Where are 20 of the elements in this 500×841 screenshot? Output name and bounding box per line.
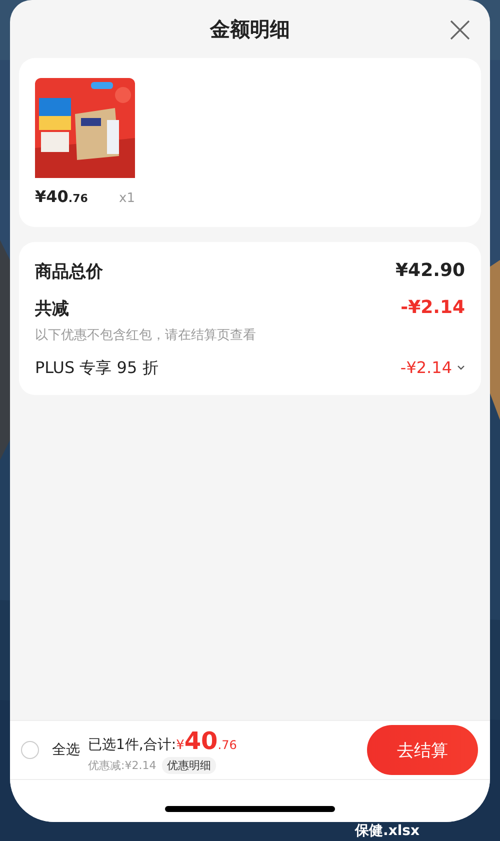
discount-amount: -¥2.14 xyxy=(400,297,465,318)
discount-label: 共减 xyxy=(35,298,70,320)
total-label: 商品总价 xyxy=(35,261,103,283)
select-all-label: 全选 xyxy=(52,741,80,759)
total-amount: ¥40.76 xyxy=(176,726,237,754)
item-price: ¥40.76 xyxy=(35,187,88,206)
checkout-button[interactable]: 去结算 xyxy=(367,725,478,775)
close-button[interactable] xyxy=(449,19,471,41)
select-all-radio[interactable] xyxy=(21,741,39,759)
close-icon xyxy=(450,20,470,40)
total-price: ¥42.90 xyxy=(396,260,465,281)
discount-detail-tag[interactable]: 优惠明细 xyxy=(162,756,216,774)
promo-amount[interactable]: -¥2.14 xyxy=(400,358,465,377)
discount-text: 优惠减:¥2.14 xyxy=(88,758,156,772)
sheet-title: 金额明细 xyxy=(210,16,290,42)
discount-note: 以下优惠不包含红包，请在结算页查看 xyxy=(35,327,256,344)
quantity-label: x1 xyxy=(119,191,135,206)
file-name: 保健.xlsx xyxy=(355,823,420,839)
promo-label: PLUS 专享 95 折 xyxy=(35,358,158,379)
selection-summary: 已选1件,合计: xyxy=(88,736,176,754)
